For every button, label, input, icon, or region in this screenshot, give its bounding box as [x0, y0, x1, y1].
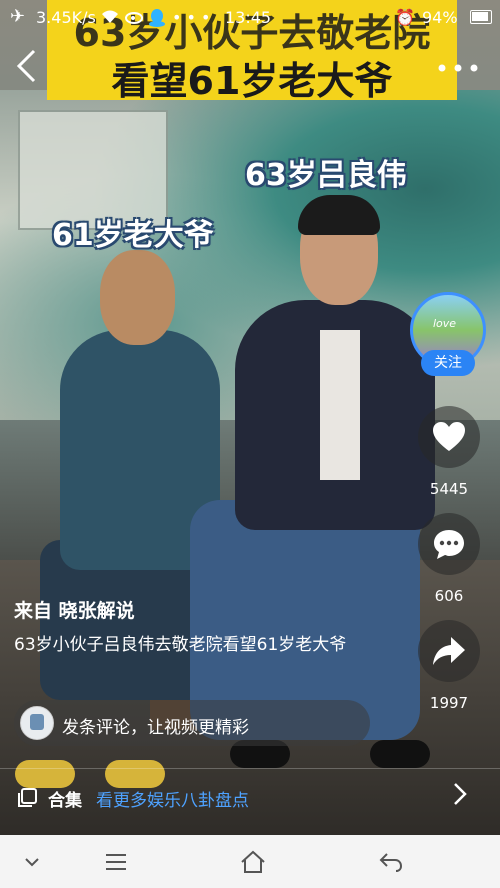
home-button[interactable]: [222, 835, 282, 888]
comment-placeholder: 发条评论，让视频更精彩: [62, 718, 249, 738]
comment-button[interactable]: [418, 513, 480, 575]
battery-percent: 94%: [422, 8, 458, 27]
caption-right: 63岁吕良伟: [245, 158, 407, 193]
man-hair: [298, 195, 380, 235]
share-arrow-icon: [433, 637, 465, 665]
like-button[interactable]: [418, 406, 480, 468]
banner-line-2: 看望61岁老大爷: [111, 59, 393, 103]
alarm-icon: ⏰: [395, 8, 415, 27]
weibo-icon: [125, 8, 145, 28]
heart-icon: [433, 422, 465, 451]
share-button[interactable]: [418, 620, 480, 682]
chevron-down-icon: [25, 858, 39, 867]
menu-button[interactable]: [86, 835, 146, 888]
clock: 13:45: [225, 8, 272, 27]
elder-head: [100, 250, 175, 345]
more-dots-icon: • • •: [172, 8, 211, 27]
menu-icon: [106, 854, 126, 870]
system-nav-bar: [0, 835, 500, 888]
home-icon: [241, 850, 265, 873]
user-avatar-image: [30, 714, 44, 730]
status-bar: ✈ 3.45K/s • • • 13:45 ⏰ 94%: [0, 0, 500, 36]
share-count: 1997: [429, 694, 469, 712]
collection-label: 合集: [48, 791, 82, 811]
hide-nav-button[interactable]: [2, 835, 62, 888]
author-source[interactable]: 来自 晓张解说: [14, 596, 135, 623]
more-horizontal-icon: [438, 64, 478, 72]
follow-button[interactable]: 关注: [421, 350, 475, 376]
battery-icon: [470, 10, 492, 24]
man-shirt: [320, 330, 360, 480]
more-options-button[interactable]: [436, 56, 480, 78]
collection-icon: [16, 787, 38, 813]
video-description: 63岁小伙子吕良伟去敬老院看望61岁老大爷: [14, 635, 347, 655]
avatar-logo-text: love: [433, 317, 457, 330]
collection-bar[interactable]: 合集 看更多娱乐八卦盘点: [0, 768, 500, 824]
back-button[interactable]: [14, 48, 50, 88]
caption-left: 61岁老大爷: [52, 218, 214, 253]
wifi-icon: [100, 8, 120, 28]
chevron-left-icon: [16, 49, 36, 83]
like-count: 5445: [429, 480, 469, 498]
user-avatar: [20, 706, 54, 740]
qq-icon: [148, 8, 166, 32]
network-speed: 3.45K/s: [36, 8, 96, 27]
comment-bubble-icon: [434, 530, 464, 559]
comment-count: 606: [434, 587, 464, 605]
airplane-icon: ✈: [10, 6, 26, 27]
man-shoe: [370, 740, 430, 768]
comment-input[interactable]: 发条评论，让视频更精彩: [14, 700, 370, 746]
collection-link[interactable]: 看更多娱乐八卦盘点: [96, 786, 249, 811]
system-back-button[interactable]: [360, 835, 420, 888]
back-arrow-icon: [379, 853, 403, 872]
chevron-right-icon[interactable]: [452, 781, 468, 814]
